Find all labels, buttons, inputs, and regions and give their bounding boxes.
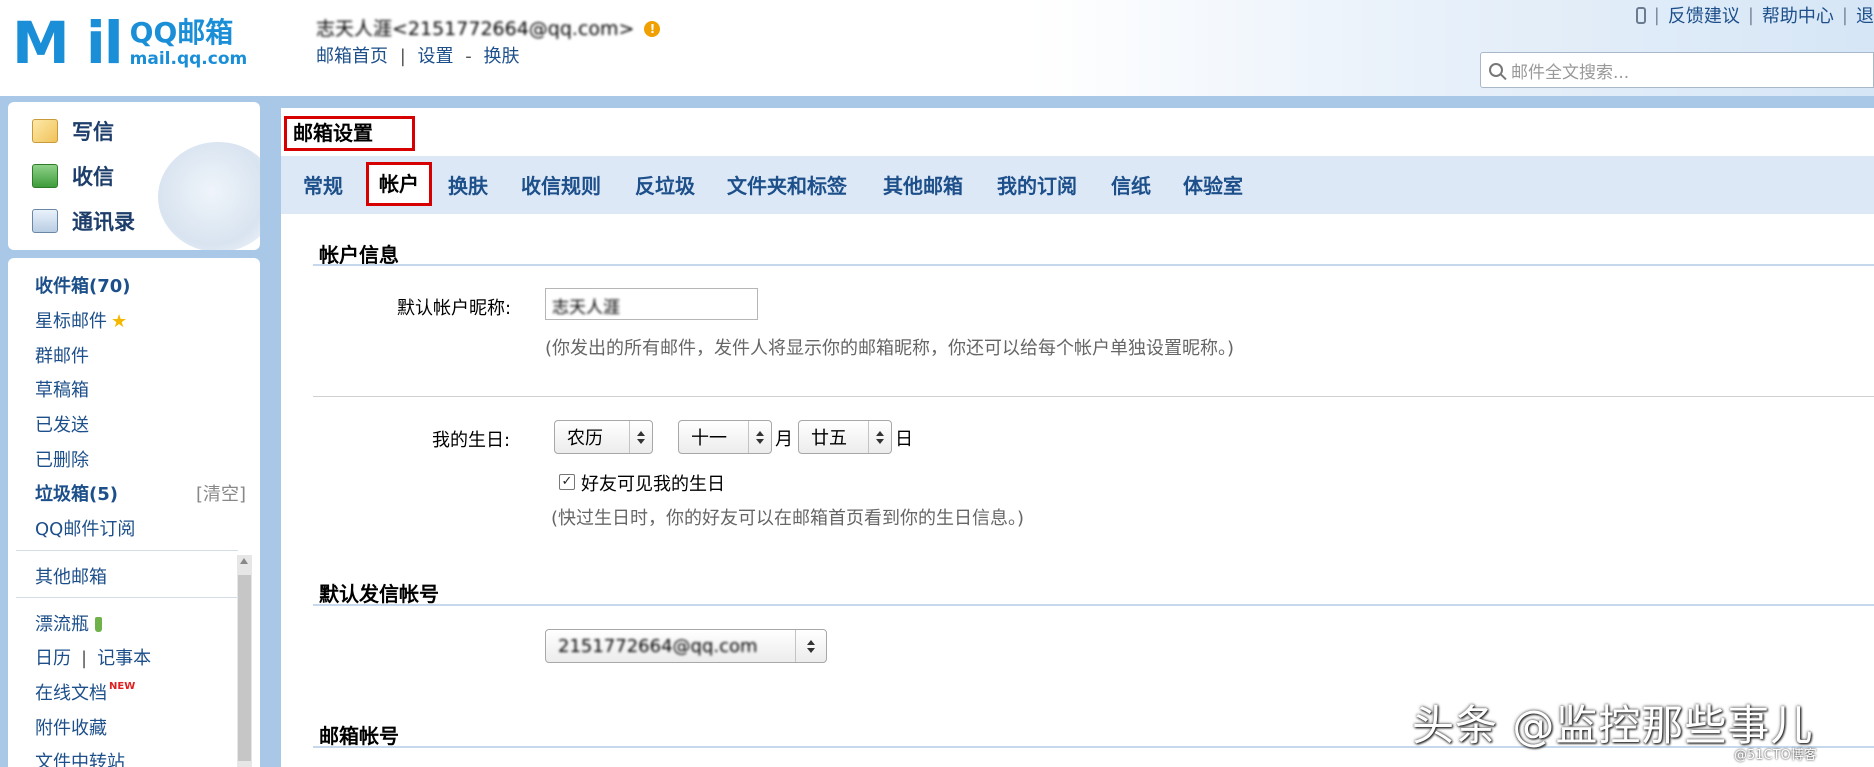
settings-tabs: 常规 帐户 换肤 收信规则 反垃圾 文件夹和标签 其他邮箱 我的订阅 信纸 体验…: [281, 156, 1874, 214]
bottle-icon: [95, 617, 102, 632]
friends-visible-checkbox[interactable]: ✓: [559, 474, 575, 490]
penguin-decoration-icon: [158, 142, 260, 250]
skin-link[interactable]: 换肤: [484, 46, 520, 67]
new-badge: NEW: [109, 681, 136, 692]
attachments-link[interactable]: 附件收藏: [35, 714, 107, 740]
watermark-small-text: @51CTO博客: [1734, 748, 1817, 763]
section-underline: [313, 604, 1874, 606]
write-icon: [32, 119, 58, 143]
birth-month-select[interactable]: 十一: [678, 420, 772, 454]
other-mailbox-link[interactable]: 其他邮箱: [35, 563, 107, 589]
select-arrows-icon: [629, 421, 652, 453]
tab-rules[interactable]: 收信规则: [521, 170, 601, 199]
file-transfer-link[interactable]: 文件中转站: [35, 748, 125, 767]
birthday-label: 我的生日:: [432, 430, 511, 451]
top-links: | 反馈建议 | 帮助中心 | 退: [1635, 2, 1874, 28]
mobile-icon[interactable]: [1635, 6, 1646, 24]
receive-button[interactable]: 收信: [32, 161, 114, 191]
folder-starred[interactable]: 星标邮件 ★: [35, 307, 127, 333]
quick-actions-panel: 写信 收信 通讯录: [8, 102, 260, 250]
feedback-link[interactable]: 反馈建议: [1668, 2, 1740, 28]
calendar-notebook-links: 日历 | 记事本: [35, 648, 152, 669]
tab-account[interactable]: 帐户: [366, 162, 432, 206]
notebook-link[interactable]: 记事本: [97, 648, 151, 669]
default-sender-select[interactable]: 2151772664@qq.com: [545, 629, 827, 663]
search-icon[interactable]: [1489, 63, 1503, 77]
separator: |: [399, 46, 406, 67]
tab-other-mailbox[interactable]: 其他邮箱: [883, 170, 963, 199]
folder-subscriptions[interactable]: QQ邮件订阅: [35, 515, 135, 541]
section-underline: [313, 264, 1874, 266]
help-link[interactable]: 帮助中心: [1762, 2, 1834, 28]
folder-sent[interactable]: 已发送: [35, 411, 89, 437]
logo-url: mail.qq.com: [129, 49, 248, 69]
day-unit: 日: [895, 429, 913, 450]
folder-deleted[interactable]: 已删除: [35, 446, 89, 472]
select-arrows-icon: [795, 630, 826, 662]
contacts-button[interactable]: 通讯录: [32, 206, 135, 236]
divider: [16, 550, 238, 551]
separator: -: [465, 46, 472, 67]
tab-subscriptions[interactable]: 我的订阅: [997, 170, 1077, 199]
logo-mark: M il: [12, 9, 124, 77]
mail-search-input[interactable]: 邮件全文搜索...: [1480, 52, 1874, 88]
tab-labs[interactable]: 体验室: [1183, 170, 1243, 199]
calendar-link[interactable]: 日历: [35, 648, 71, 669]
settings-link[interactable]: 设置: [418, 46, 454, 67]
select-arrows-icon: [868, 421, 891, 453]
clear-spam-link[interactable]: [清空]: [196, 480, 246, 506]
qq-mail-logo[interactable]: M il QQ邮箱 mail.qq.com: [12, 12, 247, 74]
online-docs-link[interactable]: 在线文档 NEW: [35, 679, 135, 705]
month-unit: 月: [775, 429, 793, 450]
tab-skin[interactable]: 换肤: [448, 170, 488, 199]
scroll-thumb[interactable]: [238, 575, 251, 761]
folder-panel: 收件箱(70) 星标邮件 ★ 群邮件 草稿箱 已发送 已删除 垃圾箱(5) [清空…: [8, 258, 260, 767]
divider: [313, 396, 1874, 397]
friends-visible-label[interactable]: 好友可见我的生日: [581, 470, 725, 496]
logo-brand: QQ邮箱: [129, 16, 234, 49]
contacts-icon: [32, 209, 58, 233]
settings-panel: 邮箱设置 常规 帐户 换肤 收信规则 反垃圾 文件夹和标签 其他邮箱 我的订阅 …: [281, 108, 1874, 767]
nickname-label: 默认帐户昵称:: [397, 298, 512, 319]
top-header: M il QQ邮箱 mail.qq.com 志天人涯<2151772664@qq…: [0, 0, 1874, 96]
select-arrows-icon: [748, 421, 771, 453]
folder-drafts[interactable]: 草稿箱: [35, 376, 89, 402]
user-links: 邮箱首页 | 设置 - 换肤: [316, 42, 520, 68]
tab-antispam[interactable]: 反垃圾: [635, 170, 695, 199]
compose-button[interactable]: 写信: [32, 116, 114, 146]
home-link[interactable]: 邮箱首页: [316, 46, 388, 67]
nickname-hint: (你发出的所有邮件，发件人将显示你的邮箱昵称，你还可以给每个帐户单独设置昵称。): [545, 338, 1235, 359]
folder-inbox[interactable]: 收件箱(70): [35, 272, 131, 298]
birth-day-select[interactable]: 廿五: [798, 420, 892, 454]
birthday-hint: (快过生日时，你的好友可以在邮箱首页看到你的生日信息。): [551, 508, 1025, 529]
calendar-type-select[interactable]: 农历: [554, 420, 653, 454]
nickname-input[interactable]: 志天人涯: [545, 288, 758, 320]
folder-group[interactable]: 群邮件: [35, 342, 89, 368]
user-account: 志天人涯<2151772664@qq.com>!: [316, 14, 661, 41]
logout-link[interactable]: 退: [1856, 2, 1874, 28]
drift-bottle-link[interactable]: 漂流瓶: [35, 610, 102, 636]
divider: [16, 597, 238, 598]
warning-icon[interactable]: !: [644, 21, 661, 37]
tab-general[interactable]: 常规: [303, 170, 343, 199]
sidebar-scrollbar[interactable]: [237, 555, 252, 767]
tab-stationery[interactable]: 信纸: [1111, 170, 1151, 199]
section-mailbox-accounts-title: 邮箱帐号: [319, 724, 399, 748]
tab-folders-labels[interactable]: 文件夹和标签: [727, 170, 847, 199]
folder-spam[interactable]: 垃圾箱(5): [35, 480, 118, 506]
user-name-email: 志天人涯<2151772664@qq.com>: [316, 18, 635, 40]
star-icon: ★: [111, 311, 128, 332]
section-default-sender-title: 默认发信帐号: [319, 582, 439, 606]
scroll-up-arrow-icon[interactable]: [240, 558, 248, 564]
page-title: 邮箱设置: [284, 116, 415, 151]
search-placeholder: 邮件全文搜索...: [1511, 62, 1630, 83]
inbox-download-icon: [32, 164, 58, 188]
